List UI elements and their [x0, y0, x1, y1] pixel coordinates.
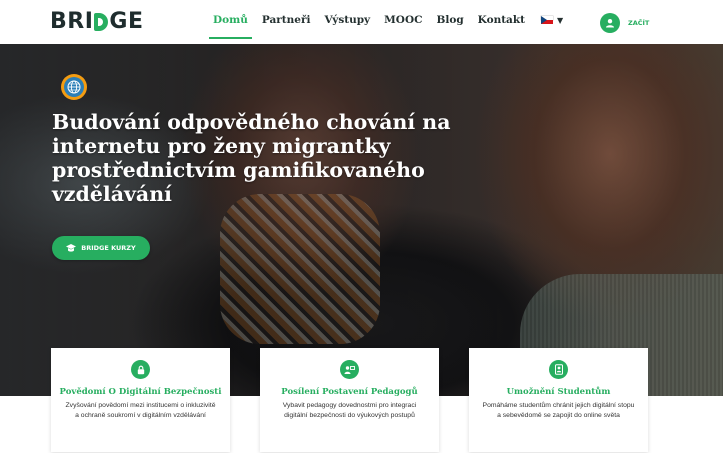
- main-menu: Domů Partneři Výstupy MOOC Blog Kontakt …: [209, 14, 563, 39]
- hero-overlay: [0, 44, 723, 396]
- feature-card-students: Umožnění Studentům Pomáháme studentům ch…: [469, 348, 648, 452]
- card-title: Povědomí O Digitální Bezpečnosti: [59, 387, 222, 397]
- hero-headline: Budování odpovědného chování na internet…: [52, 110, 451, 206]
- nav-item-contact[interactable]: Kontakt: [478, 14, 525, 26]
- card-text: Vybavit pedagogy dovednostmi pro integra…: [282, 402, 417, 419]
- user-icon: [600, 13, 620, 33]
- feature-card-educators: Posílení Postavení Pedagogů Vybavit peda…: [260, 348, 439, 452]
- language-switcher[interactable]: ▼: [539, 15, 563, 25]
- nav-item-outputs[interactable]: Výstupy: [325, 14, 371, 26]
- czech-flag-icon: [540, 16, 553, 24]
- card-title: Posílení Postavení Pedagogů: [281, 387, 418, 397]
- bridge-courses-button[interactable]: BRIDGE KURZY: [52, 236, 150, 260]
- cta-label: BRIDGE KURZY: [81, 244, 136, 252]
- feature-card-security: Povědomí O Digitální Bezpečnosti Zvyšová…: [51, 348, 230, 452]
- card-text: Pomáháme studentům chránit jejich digitá…: [482, 402, 635, 419]
- nav-item-mooc[interactable]: MOOC: [384, 14, 422, 26]
- card-title: Umožnění Studentům: [506, 387, 611, 397]
- lock-icon: [131, 360, 150, 379]
- nav-item-blog[interactable]: Blog: [436, 14, 463, 26]
- chevron-down-icon: ▼: [556, 15, 564, 25]
- nav-item-partners[interactable]: Partneři: [262, 14, 311, 26]
- bridge-logo[interactable]: BRI GE: [50, 9, 144, 34]
- card-text: Zvyšování povědomí mezi institucemi o in…: [65, 402, 216, 419]
- graduation-icon: [66, 244, 77, 252]
- student-badge-icon: [549, 360, 568, 379]
- start-button[interactable]: ZAČÍT: [600, 13, 649, 33]
- logo-text-left: BRI: [50, 9, 94, 34]
- globe-shield-icon: [61, 74, 87, 100]
- start-label: ZAČÍT: [628, 19, 650, 27]
- teacher-icon: [340, 360, 359, 379]
- top-navbar: BRI GE Domů Partneři Výstupy MOOC Blog K…: [0, 0, 723, 44]
- logo-d-mark-icon: [94, 12, 109, 31]
- nav-item-home[interactable]: Domů: [209, 14, 252, 39]
- hero-section: [0, 44, 723, 396]
- logo-text-right: GE: [109, 9, 144, 34]
